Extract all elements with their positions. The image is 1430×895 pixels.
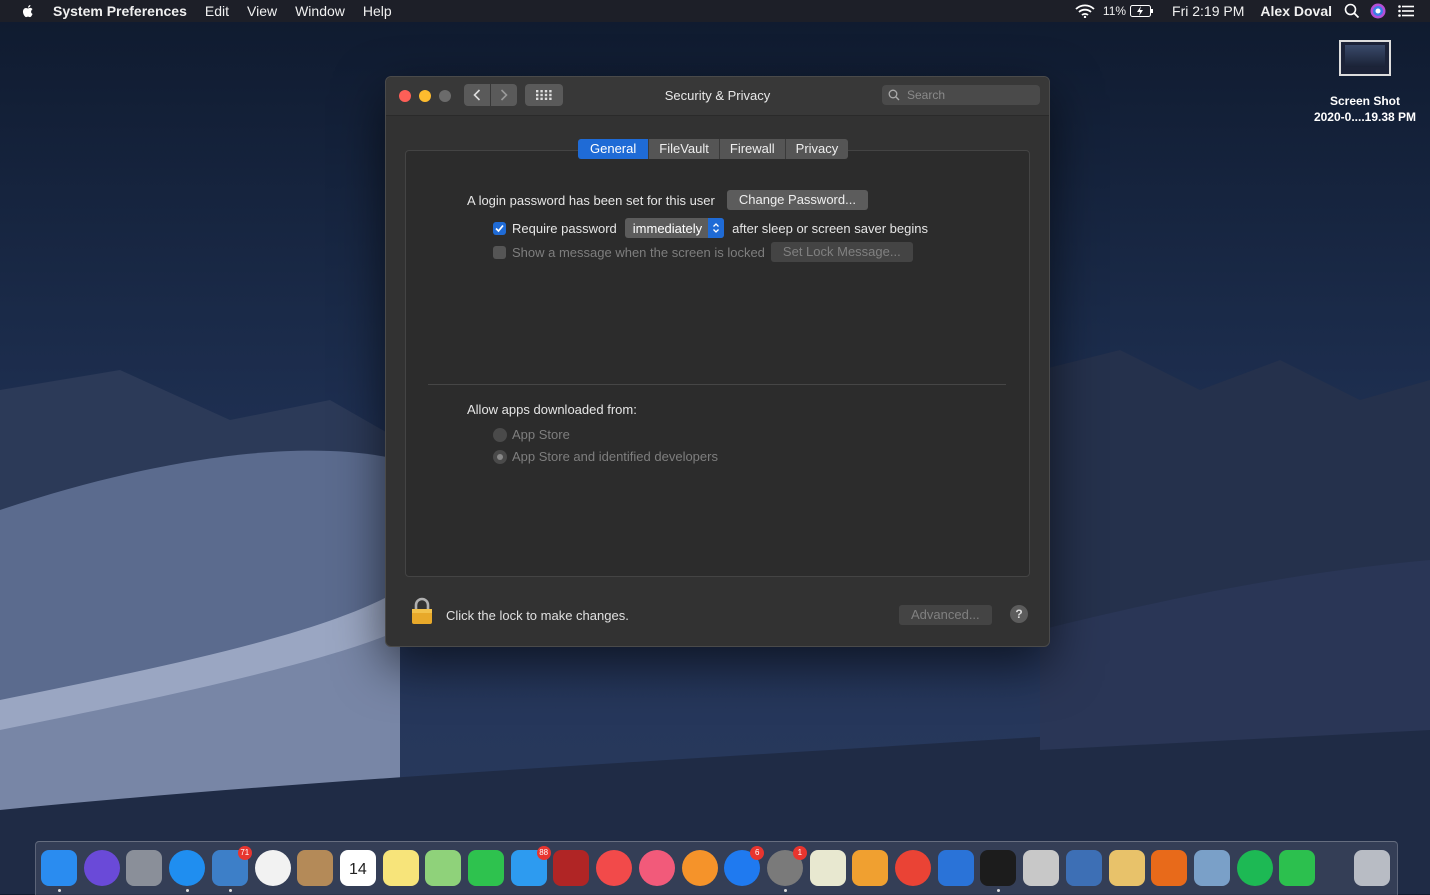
numbers-icon[interactable] xyxy=(1279,850,1316,886)
radio-identified-row: App Store and identified developers xyxy=(493,449,718,464)
tab-bar: General FileVault Firewall Privacy xyxy=(578,139,849,159)
battery-charging-icon[interactable] xyxy=(1130,5,1154,17)
music-icon[interactable] xyxy=(638,850,675,886)
section-divider xyxy=(428,384,1006,385)
python-icon[interactable] xyxy=(809,850,846,886)
advanced-button[interactable]: Advanced... xyxy=(899,605,992,625)
tab-privacy[interactable]: Privacy xyxy=(785,139,849,159)
notification-center-icon[interactable] xyxy=(1398,5,1414,17)
rocket-icon[interactable] xyxy=(1023,850,1060,886)
lock-icon[interactable] xyxy=(410,597,434,625)
notification-badge: 71 xyxy=(237,846,252,860)
show-message-label: Show a message when the screen is locked xyxy=(512,244,765,260)
books-icon[interactable] xyxy=(681,850,718,886)
running-indicator xyxy=(58,889,61,892)
checkmark-icon xyxy=(495,224,504,232)
running-indicator xyxy=(997,889,1001,892)
identified-developers-radio-label: App Store and identified developers xyxy=(512,449,718,464)
search-icon xyxy=(888,89,900,101)
require-password-row: Require password immediately after sleep… xyxy=(493,218,928,238)
siri-icon[interactable] xyxy=(83,850,120,886)
menu-clock[interactable]: Fri 2:19 PM xyxy=(1164,0,1252,22)
apple-icon[interactable] xyxy=(20,3,36,19)
bluetooth-icon[interactable] xyxy=(937,850,974,886)
radio-app-store-row: App Store xyxy=(493,427,570,442)
maps-icon[interactable] xyxy=(425,850,462,886)
preview-icon[interactable] xyxy=(1193,850,1230,886)
facetime-icon[interactable] xyxy=(468,850,504,886)
lock-instruction-text: Click the lock to make changes. xyxy=(446,608,629,623)
virtualbox-icon[interactable] xyxy=(1065,850,1102,886)
terminal-icon[interactable] xyxy=(980,850,1017,886)
safari-icon[interactable] xyxy=(169,850,206,886)
notification-badge: 1 xyxy=(792,846,807,860)
scratch-cat-icon[interactable] xyxy=(852,850,889,886)
require-password-checkbox[interactable] xyxy=(493,221,506,235)
login-password-row: A login password has been set for this u… xyxy=(467,190,868,210)
launchpad-icon[interactable] xyxy=(126,850,163,886)
require-password-delay-value: immediately xyxy=(632,220,703,236)
search-field[interactable] xyxy=(882,85,1040,105)
search-input[interactable] xyxy=(905,87,1039,103)
menu-edit[interactable]: Edit xyxy=(196,0,238,22)
calendar-icon[interactable]: 14 xyxy=(339,850,376,886)
menu-app-name[interactable]: System Preferences xyxy=(44,0,196,22)
allow-apps-label: Allow apps downloaded from: xyxy=(467,402,637,417)
desktop-screenshot-file[interactable]: Screen Shot 2020-0....19.38 PM xyxy=(1305,40,1425,124)
file-name-line1: Screen Shot xyxy=(1329,94,1401,108)
notes-icon[interactable] xyxy=(382,850,419,886)
photo-booth-icon[interactable] xyxy=(553,850,590,886)
notification-badge: 88 xyxy=(536,846,551,860)
contacts-icon[interactable] xyxy=(297,850,334,886)
require-password-delay-select[interactable]: immediately xyxy=(624,218,725,238)
chrome-icon[interactable] xyxy=(895,850,931,886)
security-privacy-window: Security & Privacy A login password has … xyxy=(385,76,1050,647)
tab-firewall[interactable]: Firewall xyxy=(719,139,786,159)
notification-badge: 6 xyxy=(750,846,765,860)
spotify-icon[interactable] xyxy=(1236,850,1273,886)
tab-general[interactable]: General xyxy=(578,139,650,159)
menu-user[interactable]: Alex Doval xyxy=(1252,0,1340,22)
show-message-row: Show a message when the screen is locked… xyxy=(493,242,913,262)
photos-icon[interactable] xyxy=(254,850,291,886)
window-titlebar[interactable]: Security & Privacy xyxy=(386,77,1049,116)
menu-window[interactable]: Window xyxy=(286,0,354,22)
require-password-label: Require password xyxy=(512,220,617,236)
matlab-icon[interactable] xyxy=(1151,850,1188,886)
tab-filevault[interactable]: FileVault xyxy=(649,139,720,159)
after-sleep-text: after sleep or screen saver begins xyxy=(732,220,928,236)
news-icon[interactable] xyxy=(596,850,633,886)
wifi-icon[interactable] xyxy=(1075,4,1095,18)
identified-developers-radio[interactable] xyxy=(493,449,507,464)
show-message-checkbox[interactable] xyxy=(493,245,506,259)
help-button[interactable]: ? xyxy=(1010,605,1028,623)
login-password-text: A login password has been set for this u… xyxy=(467,192,715,208)
change-password-button[interactable]: Change Password... xyxy=(726,190,868,210)
battery-percent[interactable]: 11% xyxy=(1103,4,1126,18)
app-store-radio-label: App Store xyxy=(512,427,570,442)
textedit-icon[interactable] xyxy=(1108,850,1145,886)
trash-icon[interactable] xyxy=(1354,850,1390,886)
menu-bar: System Preferences Edit View Window Help… xyxy=(0,0,1430,22)
running-indicator xyxy=(783,889,787,892)
screenshot-thumbnail xyxy=(1339,40,1391,76)
finder-icon[interactable] xyxy=(41,850,77,886)
set-lock-message-button[interactable]: Set Lock Message... xyxy=(770,242,913,262)
siri-icon[interactable] xyxy=(1370,3,1386,19)
spotlight-search-icon[interactable] xyxy=(1344,3,1360,19)
file-name-line2: 2020-0....19.38 PM xyxy=(1313,110,1417,124)
menu-help[interactable]: Help xyxy=(354,0,401,22)
running-indicator xyxy=(228,889,232,892)
menu-view[interactable]: View xyxy=(238,0,286,22)
dock: 71 14 88 6 1 xyxy=(35,841,1398,895)
app-store-radio[interactable] xyxy=(493,427,507,442)
stepper-arrows-icon xyxy=(708,218,725,238)
running-indicator xyxy=(186,889,190,892)
general-tab-panel: A login password has been set for this u… xyxy=(405,150,1030,577)
